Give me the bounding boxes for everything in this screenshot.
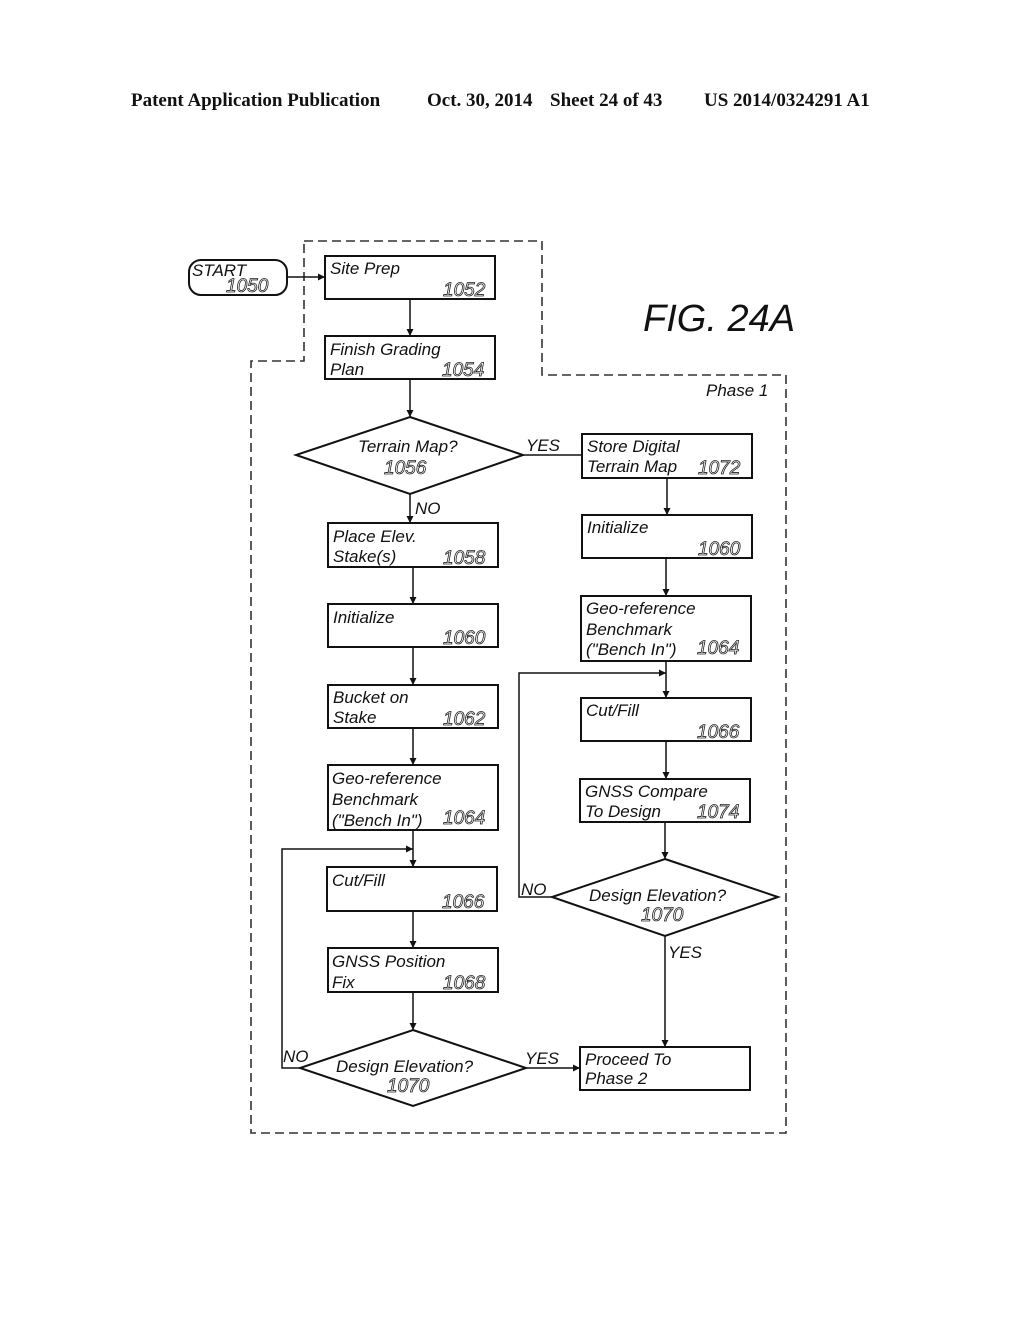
gnss-position-fix-box: GNSS Position Fix 1068 (327, 947, 499, 994)
cutfill-left-label: Cut/Fill (332, 871, 386, 890)
site-prep-box: Site Prep 1052 (324, 255, 496, 301)
design-right-no-label: NO (521, 880, 547, 899)
gnss-compare-label-1: GNSS Compare (585, 782, 708, 801)
store-dtm-ref: 1072 (698, 458, 741, 479)
georef-right-label-1: Geo-reference (586, 599, 696, 618)
bucket-label-2: Stake (333, 708, 376, 727)
store-dtm-label-1: Store Digital (587, 437, 681, 456)
start-ref: 1050 (226, 276, 269, 297)
proceed-label-2: Phase 2 (585, 1069, 648, 1088)
finish-grading-label-1: Finish Grading (330, 340, 441, 359)
bucket-label-1: Bucket on (333, 688, 409, 707)
terrain-yes-label: YES (526, 436, 561, 455)
design-left-label: Design Elevation? (336, 1057, 474, 1076)
store-dtm-box: Store Digital Terrain Map 1072 (581, 433, 753, 479)
finish-grading-label-2: Plan (330, 360, 364, 379)
gnss-compare-label-2: To Design (585, 802, 661, 821)
design-right-yes-label: YES (668, 943, 703, 962)
store-dtm-label-2: Terrain Map (587, 457, 677, 476)
site-prep-ref: 1052 (443, 280, 486, 301)
place-stakes-box: Place Elev. Stake(s) 1058 (327, 522, 499, 569)
gnss-compare-ref: 1074 (697, 802, 739, 823)
site-prep-label: Site Prep (330, 259, 400, 278)
proceed-label-1: Proceed To (585, 1050, 671, 1069)
design-elevation-left-decision: Design Elevation? 1070 (296, 1028, 530, 1108)
georef-right-box: Geo-reference Benchmark ("Bench In") 106… (580, 595, 752, 662)
place-stakes-label-2: Stake(s) (333, 547, 396, 566)
georef-left-ref: 1064 (443, 808, 485, 829)
initialize-right-box: Initialize 1060 (581, 514, 753, 560)
phase-label: Phase 1 (706, 381, 768, 400)
start-terminal: START 1050 (188, 259, 288, 297)
cutfill-right-ref: 1066 (697, 722, 740, 743)
cutfill-right-label: Cut/Fill (586, 701, 640, 720)
initialize-right-label: Initialize (587, 518, 648, 537)
gnss-compare-box: GNSS Compare To Design 1074 (579, 778, 751, 823)
design-right-ref: 1070 (641, 905, 684, 926)
design-left-no-label: NO (283, 1047, 309, 1066)
georef-right-label-2: Benchmark (586, 620, 673, 639)
flowchart: FIG. 24A Phase 1 START 1050 Site Prep 10… (188, 240, 795, 1134)
cutfill-left-ref: 1066 (442, 892, 485, 913)
georef-left-box: Geo-reference Benchmark ("Bench In") 106… (327, 764, 499, 831)
design-elevation-right-decision: Design Elevation? 1070 (548, 857, 782, 938)
design-right-label: Design Elevation? (589, 886, 727, 905)
initialize-right-ref: 1060 (698, 539, 741, 560)
georef-left-label-1: Geo-reference (332, 769, 442, 788)
initialize-left-ref: 1060 (443, 628, 486, 649)
georef-left-label-2: Benchmark (332, 790, 419, 809)
georef-left-label-3: ("Bench In") (332, 811, 423, 830)
place-stakes-label-1: Place Elev. (333, 527, 417, 546)
figure-title: FIG. 24A (643, 298, 795, 340)
terrain-map-ref: 1056 (384, 458, 427, 479)
georef-right-ref: 1064 (697, 638, 739, 659)
initialize-left-label: Initialize (333, 608, 394, 627)
proceed-phase2-box: Proceed To Phase 2 (579, 1046, 751, 1091)
bucket-ref: 1062 (443, 709, 486, 730)
georef-right-label-3: ("Bench In") (586, 640, 677, 659)
design-left-ref: 1070 (387, 1076, 430, 1097)
terrain-map-decision: Terrain Map? 1056 (292, 415, 527, 496)
cutfill-left-box: Cut/Fill 1066 (326, 866, 498, 913)
gnss-fix-label-1: GNSS Position (332, 952, 445, 971)
initialize-left-box: Initialize 1060 (327, 603, 499, 649)
design-left-yes-label: YES (525, 1049, 560, 1068)
terrain-no-label: NO (415, 499, 441, 518)
terrain-map-label: Terrain Map? (358, 437, 458, 456)
place-stakes-ref: 1058 (443, 548, 486, 569)
finish-grading-ref: 1054 (442, 360, 484, 381)
gnss-fix-label-2: Fix (332, 973, 355, 992)
finish-grading-box: Finish Grading Plan 1054 (324, 335, 496, 381)
gnss-fix-ref: 1068 (443, 973, 486, 994)
bucket-on-stake-box: Bucket on Stake 1062 (327, 684, 499, 730)
cutfill-right-box: Cut/Fill 1066 (580, 697, 752, 743)
